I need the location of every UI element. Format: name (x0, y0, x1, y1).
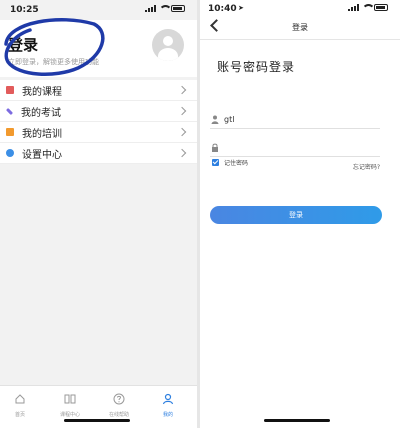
remember-label: 记住密码 (224, 160, 249, 167)
status-bar: 10:25 (0, 0, 197, 20)
menu-item-label: 我的课程 (22, 86, 62, 98)
menu-item-label: 设置中心 (22, 149, 62, 161)
chevron-right-icon (177, 148, 187, 158)
nav-bar: 登录 (200, 16, 400, 40)
menu-item-course[interactable]: 我的课程 (0, 80, 197, 101)
login-subtitle: 立即登录，解锁更多使用功能 (8, 58, 99, 66)
chevron-right-icon (177, 127, 187, 137)
tab-label: 我的 (162, 412, 173, 418)
battery-icon (374, 4, 388, 11)
login-header[interactable]: 登录 立即登录，解锁更多使用功能 (0, 20, 197, 77)
profile-screen: 10:25 登录 立即登录，解锁更多使用功能 我的课程 我的考试 我的培训 设置… (0, 0, 197, 428)
login-screen: 10:40 ➤ 登录 账号密码登录 gtl 记住密码 忘记密码? 登录 (200, 0, 400, 428)
status-icons (145, 5, 185, 12)
tab-label: 课程中心 (59, 412, 80, 418)
help-icon (113, 393, 125, 405)
home-indicator (64, 419, 130, 422)
avatar-body (158, 48, 178, 61)
username-field[interactable]: gtl (210, 112, 380, 129)
menu-list: 我的课程 我的考试 我的培训 设置中心 (0, 80, 197, 164)
tab-label: 首页 (14, 412, 25, 418)
password-field[interactable] (210, 140, 380, 157)
status-bar: 10:40 ➤ (200, 0, 400, 16)
battery-icon (171, 5, 185, 12)
lock-icon (212, 143, 218, 152)
status-time: 10:25 (10, 5, 39, 15)
avatar-head (163, 36, 173, 46)
wifi-icon (159, 5, 172, 12)
forgot-password-link[interactable]: 忘记密码? (353, 162, 380, 171)
remember-password[interactable]: 记住密码 (212, 158, 248, 167)
book-icon (64, 394, 76, 404)
user-icon (211, 115, 219, 124)
tab-course-center[interactable]: 课程中心 (50, 390, 90, 418)
tab-mine[interactable]: 我的 (148, 390, 188, 418)
status-icons (348, 4, 388, 11)
wifi-icon (362, 4, 375, 11)
menu-item-label: 我的培训 (22, 128, 62, 140)
training-icon (6, 128, 14, 136)
location-arrow-icon: ➤ (238, 4, 244, 12)
tab-home[interactable]: 首页 (0, 390, 40, 418)
home-indicator (264, 419, 330, 422)
remember-checkbox[interactable] (212, 159, 219, 166)
person-icon (162, 393, 174, 405)
signal-icon (145, 5, 156, 12)
chevron-right-icon (177, 85, 187, 95)
exam-icon (5, 107, 14, 115)
signal-icon (348, 4, 359, 11)
avatar[interactable] (152, 29, 184, 61)
form-title: 账号密码登录 (217, 60, 296, 74)
login-button[interactable]: 登录 (210, 206, 382, 224)
nav-title: 登录 (292, 23, 308, 32)
tab-label: 在线帮助 (108, 412, 129, 418)
tab-online-help[interactable]: 在线帮助 (99, 390, 139, 418)
menu-item-training[interactable]: 我的培训 (0, 122, 197, 143)
menu-item-exam[interactable]: 我的考试 (0, 101, 197, 122)
home-icon (15, 394, 25, 404)
settings-icon (6, 149, 14, 157)
username-value: gtl (224, 115, 235, 124)
login-title[interactable]: 登录 (8, 34, 38, 55)
status-time: 10:40 (208, 4, 237, 14)
menu-item-label: 我的考试 (21, 107, 61, 119)
menu-item-settings[interactable]: 设置中心 (0, 143, 197, 164)
course-icon (6, 86, 14, 94)
chevron-right-icon (177, 106, 187, 116)
